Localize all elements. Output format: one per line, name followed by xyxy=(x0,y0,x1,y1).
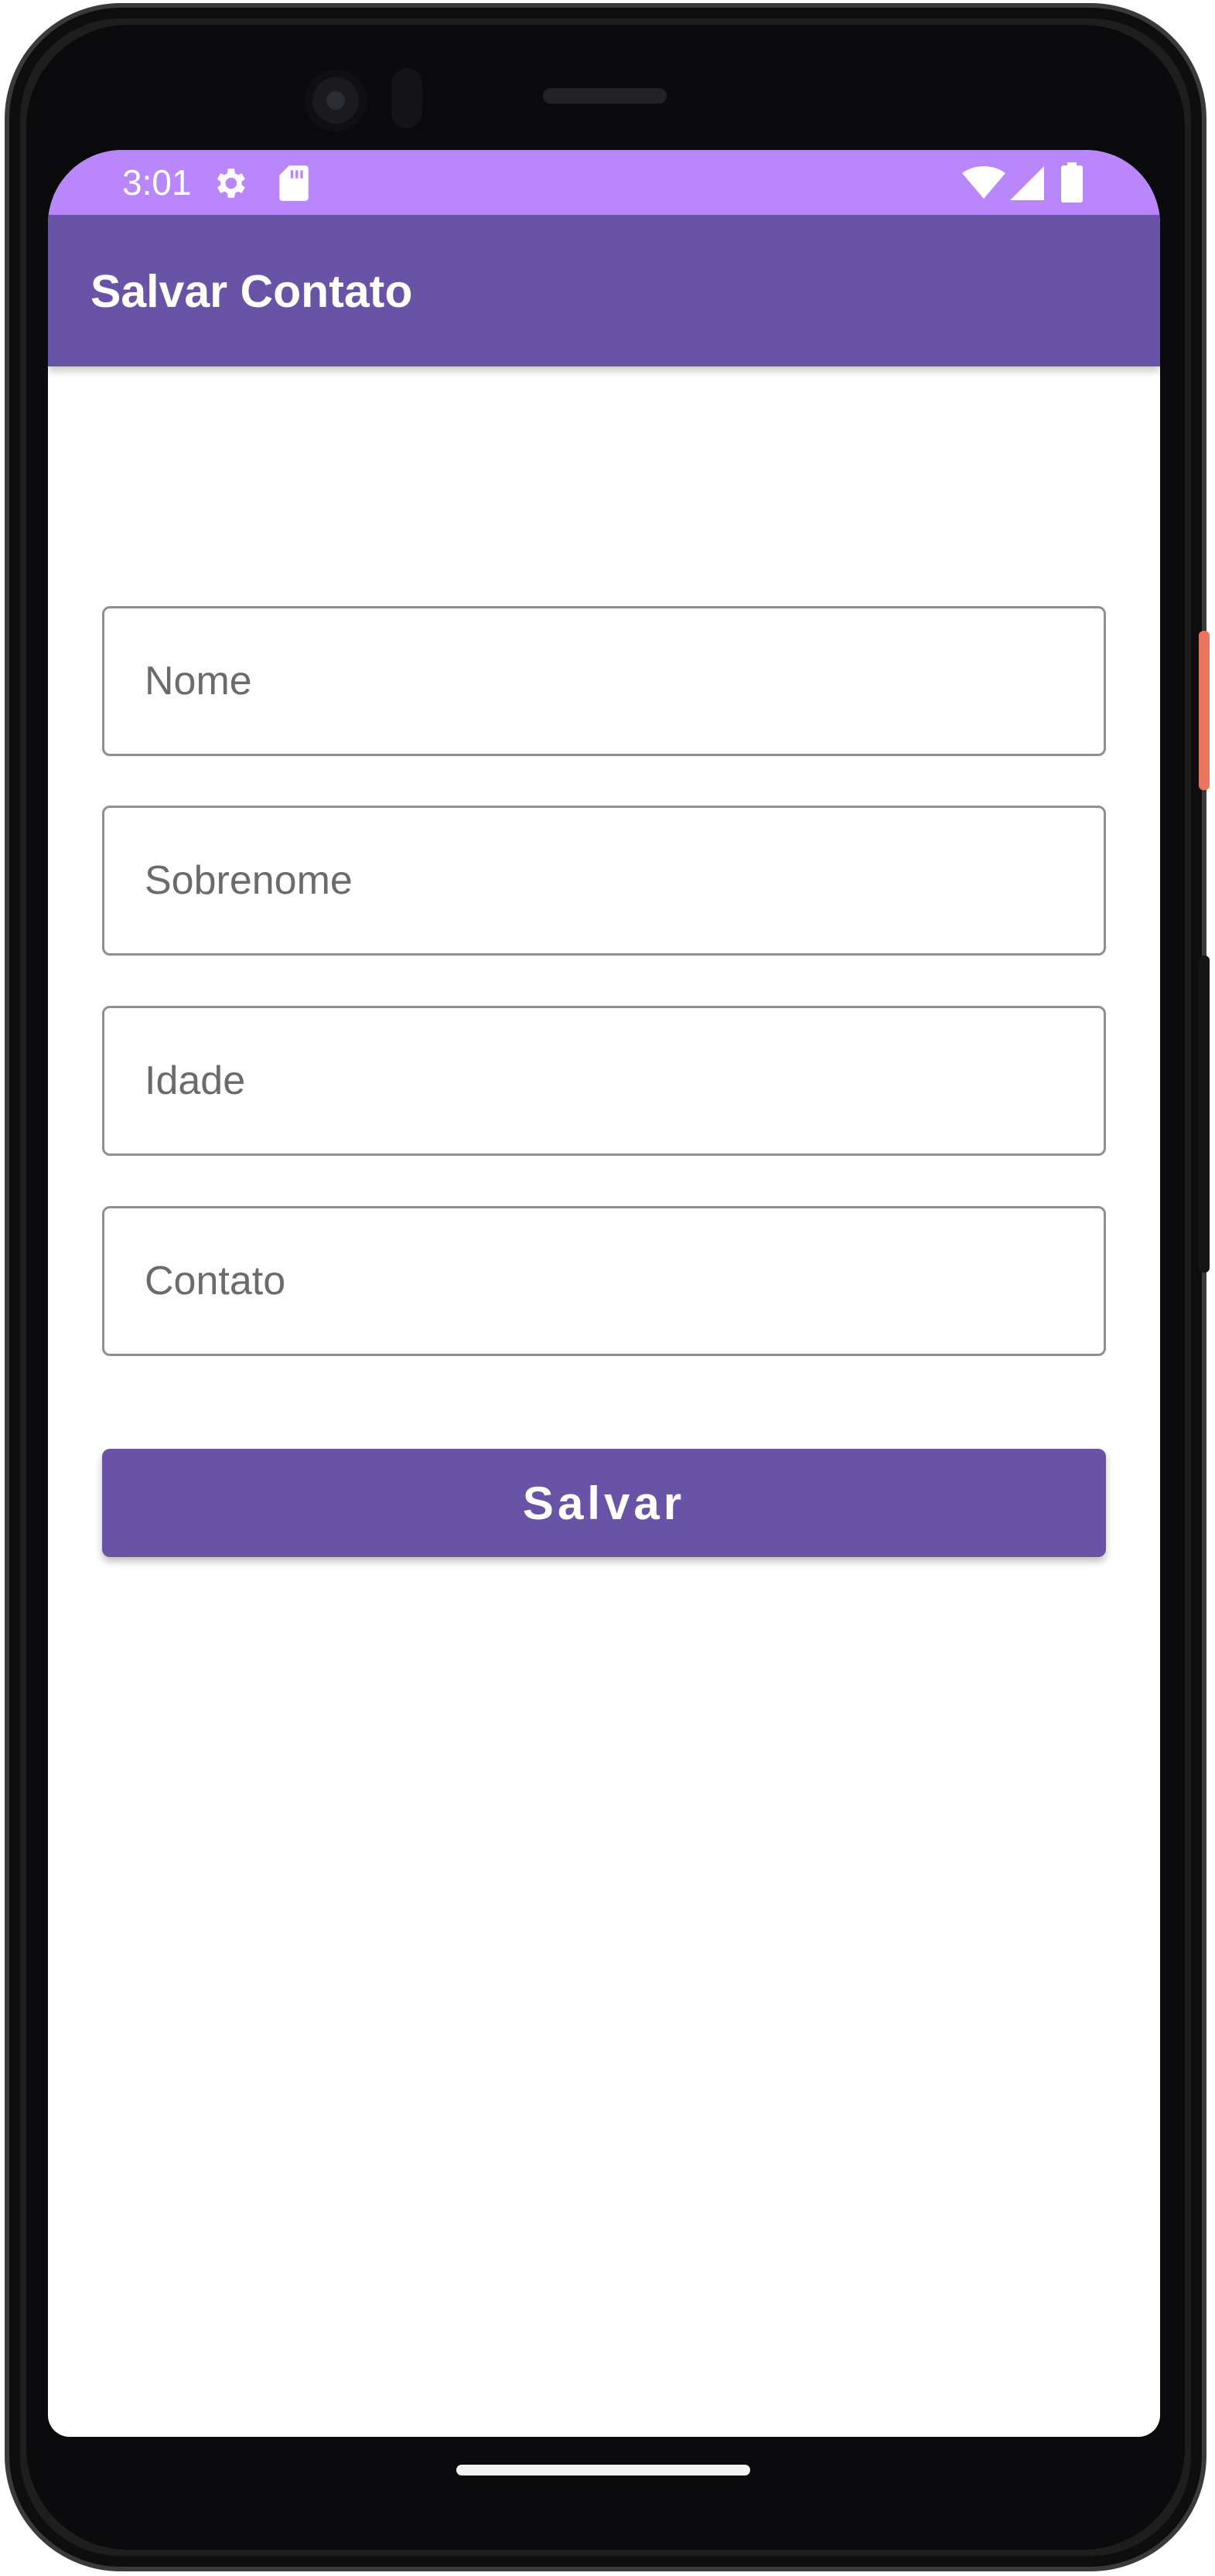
idade-input[interactable] xyxy=(104,1008,1104,1153)
screen: 3:01 Salvar Contato Nome Sobrenome Idade… xyxy=(48,150,1160,2437)
front-camera xyxy=(305,70,367,131)
earpiece-speaker xyxy=(543,88,667,104)
app-title: Salvar Contato xyxy=(90,266,413,317)
power-button xyxy=(1199,631,1210,790)
wifi-icon xyxy=(962,166,1005,199)
status-bar: 3:01 xyxy=(48,150,1160,215)
gesture-navigation-bar[interactable] xyxy=(456,2465,750,2475)
save-button[interactable]: Salvar xyxy=(102,1449,1106,1557)
settings-icon xyxy=(217,169,245,198)
status-time: 3:01 xyxy=(122,162,192,203)
nome-field[interactable] xyxy=(102,606,1106,756)
contato-field[interactable] xyxy=(102,1206,1106,1356)
battery-icon xyxy=(1061,162,1083,203)
sobrenome-field[interactable] xyxy=(102,806,1106,956)
sobrenome-input[interactable] xyxy=(104,808,1104,953)
app-bar: Salvar Contato xyxy=(48,215,1160,366)
contato-input[interactable] xyxy=(104,1208,1104,1354)
cell-signal-icon xyxy=(1010,166,1044,200)
idade-field[interactable] xyxy=(102,1006,1106,1156)
sd-card-icon xyxy=(279,165,309,201)
proximity-sensor xyxy=(391,68,422,128)
nome-input[interactable] xyxy=(104,608,1104,754)
volume-button xyxy=(1199,956,1210,1273)
